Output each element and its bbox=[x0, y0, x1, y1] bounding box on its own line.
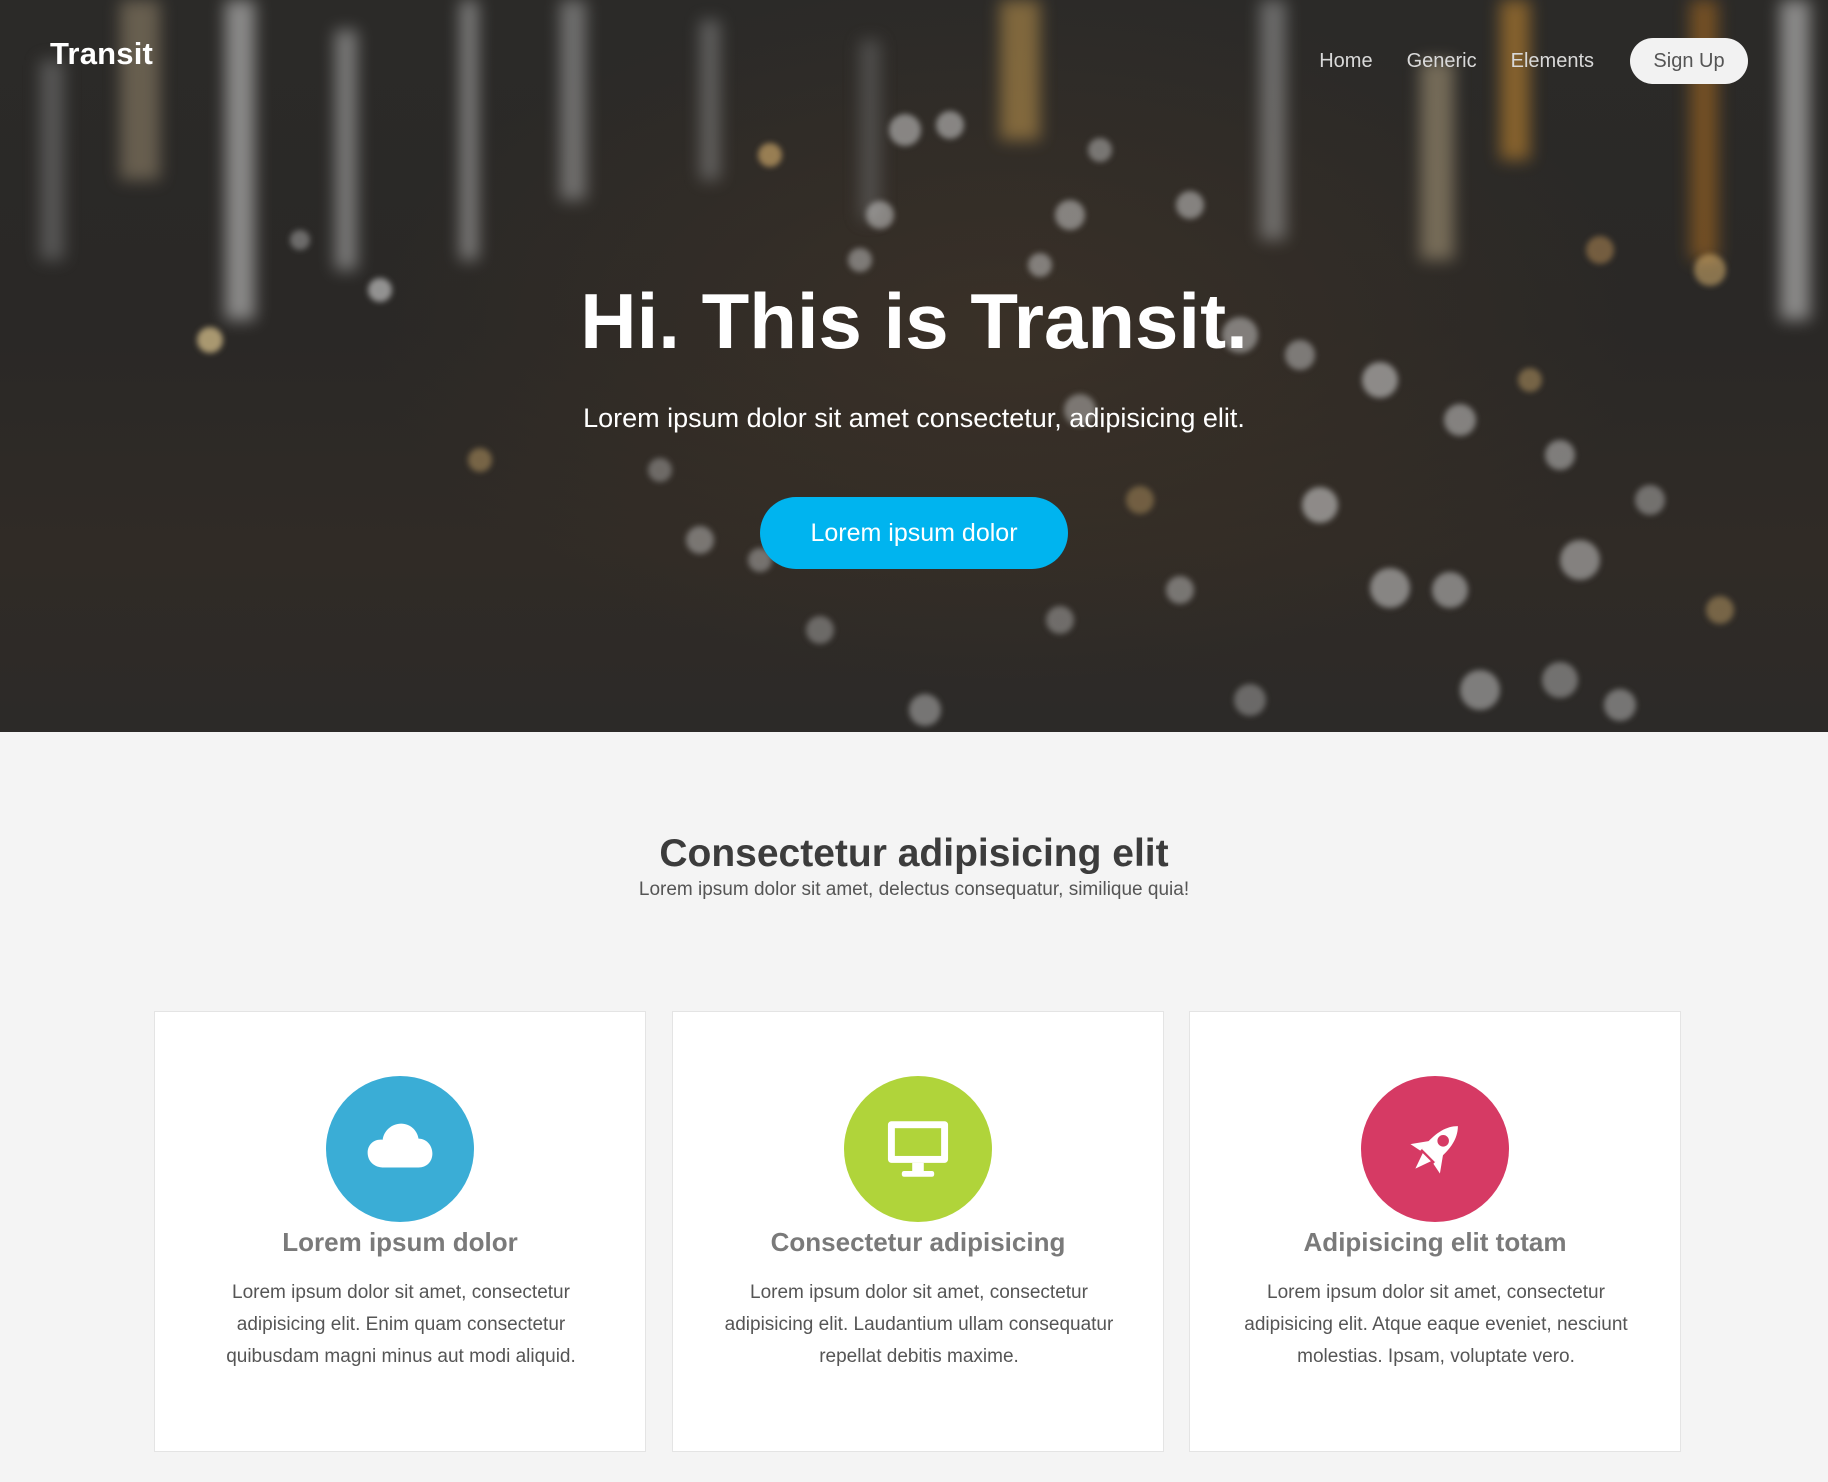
feature-icon-badge bbox=[326, 1076, 474, 1222]
feature-card: Adipisicing elit totam Lorem ipsum dolor… bbox=[1189, 1011, 1681, 1452]
main-nav: Home Generic Elements Sign Up bbox=[1285, 36, 1748, 86]
rocket-icon bbox=[1410, 1126, 1458, 1174]
features-title: Consectetur adipisicing elit bbox=[659, 832, 1169, 875]
feature-text: Lorem ipsum dolor sit amet, consectetur … bbox=[724, 1282, 1114, 1367]
feature-title: Adipisicing elit totam bbox=[1303, 1227, 1567, 1257]
feature-card: Lorem ipsum dolor Lorem ipsum dolor sit … bbox=[154, 1011, 646, 1452]
feature-icon-badge bbox=[844, 1076, 992, 1222]
nav-link-elements[interactable]: Elements bbox=[1511, 50, 1594, 73]
hero-banner: Transit Home Generic Elements Sign Up Hi… bbox=[0, 0, 1828, 732]
nav-link-home[interactable]: Home bbox=[1319, 50, 1372, 73]
feature-title: Lorem ipsum dolor bbox=[282, 1227, 518, 1257]
features-subtitle: Lorem ipsum dolor sit amet, delectus con… bbox=[638, 879, 1190, 900]
feature-text: Lorem ipsum dolor sit amet, consectetur … bbox=[1244, 1282, 1628, 1367]
feature-icon-badge bbox=[1361, 1076, 1509, 1222]
cloud-icon bbox=[367, 1123, 433, 1168]
feature-text: Lorem ipsum dolor sit amet, consectetur … bbox=[226, 1282, 576, 1367]
site-logo[interactable]: Transit bbox=[50, 36, 153, 72]
desktop-icon bbox=[887, 1121, 949, 1177]
hero-background-image bbox=[40, 0, 1810, 726]
feature-title: Consectetur adipisicing bbox=[770, 1227, 1066, 1257]
hero-cta-button[interactable]: Lorem ipsum dolor bbox=[760, 497, 1068, 569]
feature-card: Consectetur adipisicing Lorem ipsum dolo… bbox=[672, 1011, 1164, 1452]
signup-button[interactable]: Sign Up bbox=[1630, 38, 1748, 84]
hero-title: Hi. This is Transit. bbox=[580, 277, 1248, 365]
hero-subtitle: Lorem ipsum dolor sit amet consectetur, … bbox=[583, 403, 1245, 433]
nav-link-generic[interactable]: Generic bbox=[1407, 50, 1477, 73]
